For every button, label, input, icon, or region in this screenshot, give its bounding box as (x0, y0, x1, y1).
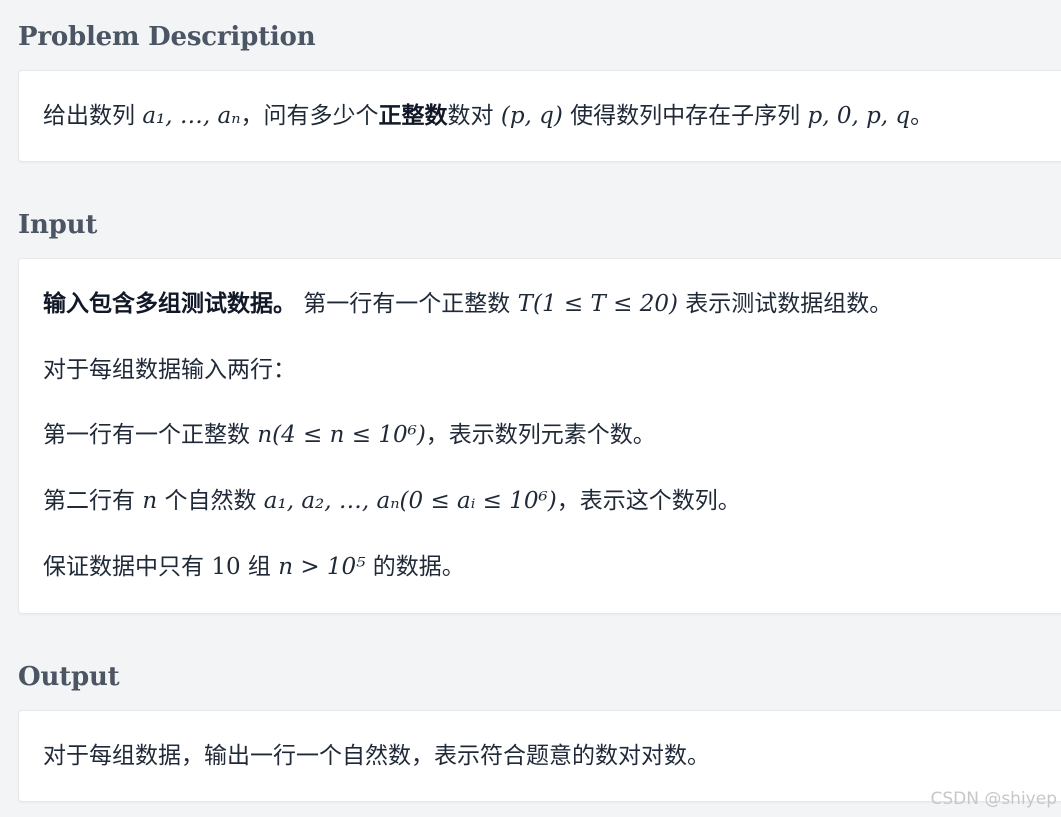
input-title: Input (18, 210, 98, 240)
input-card: 输入包含多组测试数据。 第一行有一个正整数 T(1 ≤ T ≤ 20) 表示测试… (18, 258, 1061, 614)
output-title: Output (18, 662, 120, 692)
watermark: CSDN @shiyep (930, 789, 1057, 809)
input-line-2: 对于每组数据输入两行： (43, 357, 296, 383)
math-n-range: n(4 ≤ n ≤ 10⁶) (257, 422, 426, 448)
math-t-range: T(1 ≤ T ≤ 20) (517, 291, 678, 317)
output-text: 对于每组数据，输出一行一个自然数，表示符合题意的数对对数。 (43, 743, 710, 769)
output-card: 对于每组数据，输出一行一个自然数，表示符合题意的数对对数。 (18, 710, 1061, 802)
problem-description-title: Problem Description (18, 22, 316, 52)
bold-positive-integer: 正整数 (378, 103, 448, 129)
math-a-range: a₁, a₂, …, aₙ(0 ≤ aᵢ ≤ 10⁶) (263, 488, 557, 514)
math-pair: (p, q) (500, 103, 563, 129)
problem-description-card: 给出数列 a₁, …, aₙ，问有多少个正整数数对 (p, q) 使得数列中存在… (18, 70, 1061, 162)
bold-multi-test: 输入包含多组测试数据。 (43, 291, 296, 317)
input-line-5: 保证数据中只有 10 组 n > 10⁵ 的数据。 (43, 554, 465, 580)
math-n: n (142, 488, 158, 514)
input-line-4: 第二行有 n 个自然数 a₁, a₂, …, aₙ(0 ≤ aᵢ ≤ 10⁶)，… (43, 488, 741, 514)
math-ten: 10 (211, 554, 241, 580)
math-sequence: a₁, …, aₙ (142, 103, 241, 129)
problem-description-text: 给出数列 a₁, …, aₙ，问有多少个正整数数对 (p, q) 使得数列中存在… (43, 103, 934, 129)
input-line-1: 输入包含多组测试数据。 第一行有一个正整数 T(1 ≤ T ≤ 20) 表示测试… (43, 291, 893, 317)
math-n-gt: n > 10⁵ (278, 554, 366, 580)
math-subsequence: p, 0, p, q (807, 103, 911, 129)
input-line-3: 第一行有一个正整数 n(4 ≤ n ≤ 10⁶)，表示数列元素个数。 (43, 422, 656, 448)
